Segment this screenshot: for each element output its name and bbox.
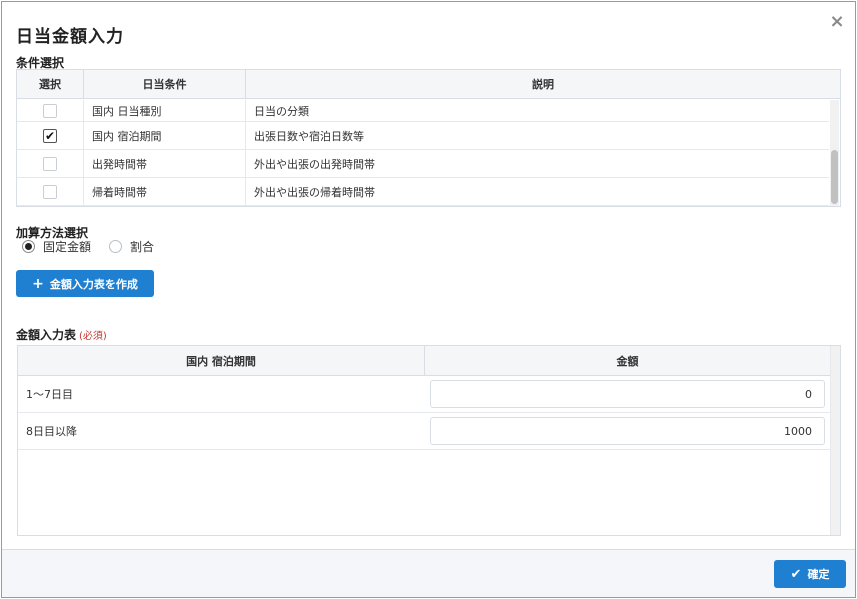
condition-table: 選択 日当条件 説明 国内 日当種別 日当の分類 ✔ 国内 宿泊期間 出張日数や… [16, 69, 841, 207]
header-condition: 日当条件 [84, 70, 246, 98]
required-label: (必須) [79, 331, 107, 342]
period-cell: 1〜7日目 [26, 388, 73, 401]
radio-button[interactable] [109, 240, 123, 253]
description-cell: 出張日数や宿泊日数等 [254, 129, 364, 143]
radio-fixed-amount[interactable]: 固定金額 [22, 238, 91, 255]
header-select: 選択 [17, 70, 84, 98]
confirm-label: 確定 [807, 568, 830, 581]
amount-input[interactable] [430, 417, 825, 445]
radio-label: 固定金額 [43, 240, 92, 254]
period-cell: 8日目以降 [26, 425, 77, 438]
condition-cell: 出発時間帯 [84, 150, 246, 177]
plus-icon: + [32, 275, 44, 292]
table-row: ✔ 国内 宿泊期間 出張日数や宿泊日数等 [17, 122, 829, 150]
condition-cell: 国内 日当種別 [84, 100, 246, 121]
description-cell: 日当の分類 [254, 104, 309, 118]
method-radio-group: 固定金額 割合 [22, 238, 172, 255]
check-icon: ✔ [790, 566, 802, 582]
condition-cell: 国内 宿泊期間 [84, 122, 246, 149]
amount-section-label: 金額入力表 (必須) [16, 326, 107, 343]
amount-table-header: 国内 宿泊期間 金額 [18, 346, 840, 376]
table-row: 1〜7日目 [18, 376, 830, 413]
radio-button-selected[interactable] [22, 240, 35, 253]
amount-table: 国内 宿泊期間 金額 1〜7日目 8日目以降 [17, 345, 841, 536]
create-button-label: 金額入力表を作成 [49, 277, 138, 291]
amount-section-title: 金額入力表 [16, 328, 77, 342]
create-amount-table-button[interactable]: + 金額入力表を作成 [16, 270, 154, 297]
radio-ratio[interactable]: 割合 [109, 238, 154, 255]
header-amount: 金額 [616, 354, 639, 368]
header-period: 国内 宿泊期間 [18, 346, 425, 375]
row-checkbox[interactable] [43, 156, 57, 171]
confirm-button[interactable]: ✔ 確定 [774, 560, 846, 588]
close-icon[interactable]: × [829, 13, 845, 31]
dialog-footer: ✔ 確定 [2, 549, 855, 597]
condition-table-header: 選択 日当条件 説明 [17, 70, 840, 99]
amount-input[interactable] [430, 380, 825, 408]
amount-table-scrollbar[interactable] [830, 346, 840, 535]
table-row: 帰着時間帯 外出や出張の帰着時間帯 [17, 178, 829, 206]
header-description: 説明 [532, 78, 554, 91]
amount-input-dialog: 日当金額入力 × 条件選択 選択 日当条件 説明 国内 日当種別 日当の分類 ✔… [1, 1, 856, 598]
row-checkbox-checked[interactable]: ✔ [43, 128, 57, 143]
dialog-title: 日当金額入力 [16, 27, 124, 47]
table-row: 8日目以降 [18, 413, 830, 450]
condition-table-scrollbar[interactable] [830, 100, 839, 206]
condition-table-body: 国内 日当種別 日当の分類 ✔ 国内 宿泊期間 出張日数や宿泊日数等 出発時間帯… [17, 100, 829, 206]
scrollbar-thumb[interactable] [831, 150, 838, 204]
condition-cell: 帰着時間帯 [84, 178, 246, 205]
row-checkbox[interactable] [43, 184, 57, 199]
description-cell: 外出や出張の出発時間帯 [254, 157, 375, 171]
radio-label: 割合 [130, 240, 155, 254]
row-checkbox[interactable] [43, 103, 57, 118]
description-cell: 外出や出張の帰着時間帯 [254, 185, 375, 199]
table-row: 出発時間帯 外出や出張の出発時間帯 [17, 150, 829, 178]
table-row: 国内 日当種別 日当の分類 [17, 100, 829, 122]
